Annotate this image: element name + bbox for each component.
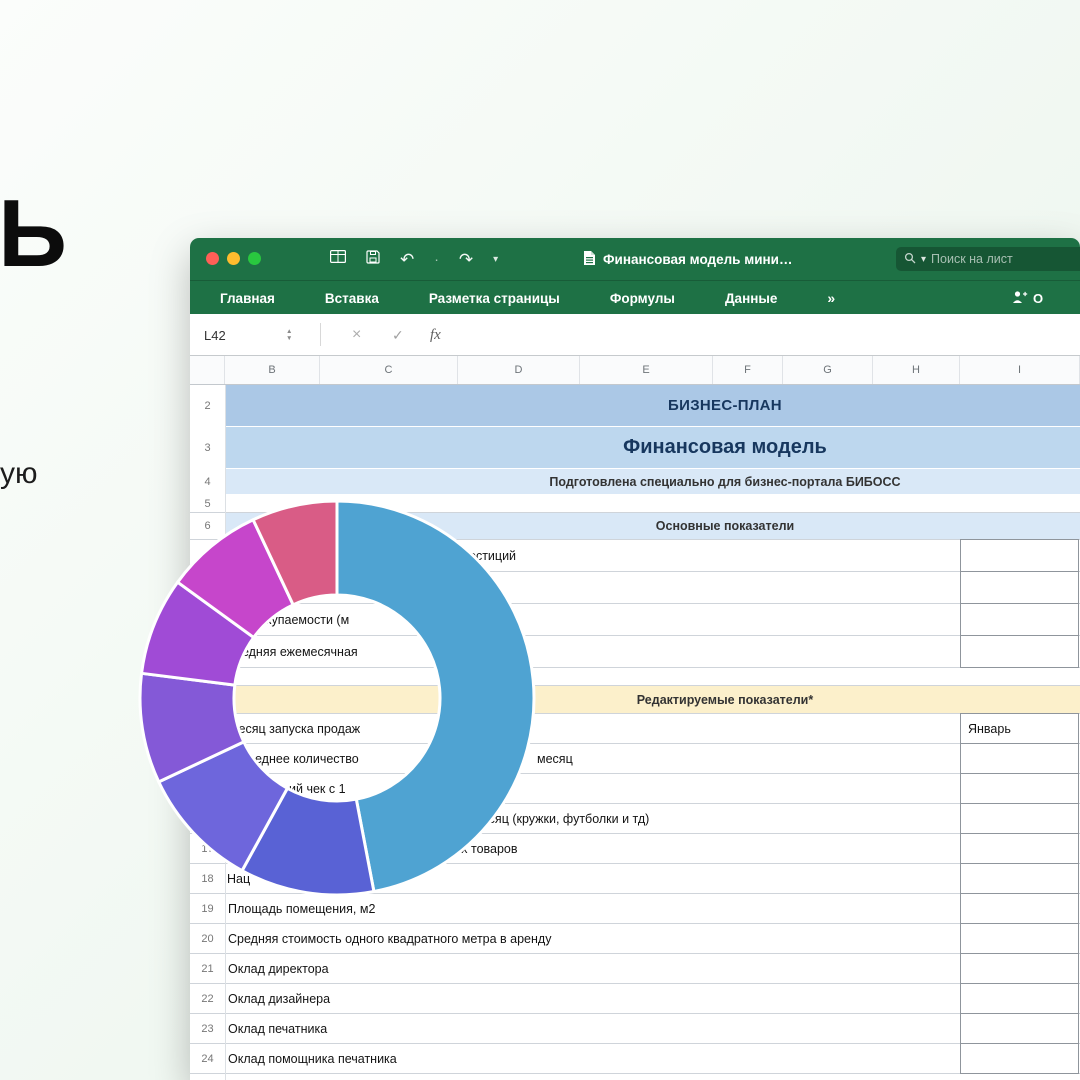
value-cell[interactable] <box>960 863 1079 894</box>
ribbon-tab-1[interactable]: Главная <box>220 291 275 306</box>
undo-icon[interactable]: ↶ <box>400 251 414 268</box>
value-cell[interactable] <box>960 833 1079 864</box>
row-number[interactable]: 24 <box>190 1044 225 1073</box>
value-cell[interactable] <box>960 1043 1079 1074</box>
sheet-row-4: 4Подготовлена специально для бизнес-порт… <box>190 469 1080 495</box>
band-title: БИЗНЕС-ПЛАН <box>225 385 1080 426</box>
name-box[interactable]: L42 <box>204 314 226 356</box>
value-cell[interactable]: Январь <box>960 713 1079 744</box>
cell-text-fragment: месяц <box>537 744 573 773</box>
sheet-row-23: 23Оклад печатника <box>190 1014 1080 1044</box>
redo-icon[interactable]: ↷ <box>459 251 473 268</box>
ribbon-overflow-chevron[interactable]: » <box>827 290 835 306</box>
select-all-corner[interactable] <box>190 356 225 384</box>
search-caret-icon: ▾ <box>921 254 926 265</box>
formula-bar-divider <box>320 323 321 346</box>
row-number[interactable]: 22 <box>190 984 225 1013</box>
cell-value: Январь <box>968 722 1011 736</box>
minimize-button[interactable] <box>227 252 240 265</box>
ribbon: Главная Вставка Разметка страницы Формулы Да… <box>190 280 1080 314</box>
insert-function-button[interactable]: fx <box>430 314 441 356</box>
page-background: Ь ую ↶ · ↷ ▾ <box>0 0 1080 1080</box>
column-header-F[interactable]: F <box>713 356 783 384</box>
titlebar: ↶ · ↷ ▾ Финансовая модель мини… ▾ Поиск … <box>190 238 1080 280</box>
cell-text-fragment: Площадь помещения, м2 <box>228 894 375 923</box>
ribbon-tabs: Главная Вставка Разметка страницы Формулы Да… <box>220 281 835 315</box>
row-number[interactable]: 20 <box>190 924 225 953</box>
column-header-B[interactable]: B <box>225 356 320 384</box>
decor-text-fragment: ую <box>0 456 38 492</box>
sheet-row-2: 2БИЗНЕС-ПЛАН <box>190 385 1080 427</box>
ribbon-tab-5[interactable]: Данные <box>725 291 777 306</box>
row-number[interactable]: 19 <box>190 894 225 923</box>
window-title: Финансовая модель мини… <box>603 252 792 267</box>
column-header-D[interactable]: D <box>458 356 580 384</box>
save-icon[interactable] <box>366 250 380 269</box>
formula-bar: L42 ▲ ▼ × ✓ fx <box>190 314 1080 356</box>
value-cell[interactable] <box>960 773 1079 804</box>
value-cell[interactable] <box>960 635 1079 668</box>
fullscreen-button[interactable] <box>248 252 261 265</box>
person-add-icon <box>1012 290 1028 307</box>
column-header-E[interactable]: E <box>580 356 713 384</box>
ribbon-tab-2[interactable]: Вставка <box>325 291 379 306</box>
close-button[interactable] <box>206 252 219 265</box>
search-icon <box>904 252 916 267</box>
value-cell[interactable] <box>960 1013 1079 1044</box>
traffic-lights <box>206 252 261 265</box>
value-cell[interactable] <box>960 539 1079 572</box>
grid-view-icon[interactable] <box>330 250 346 268</box>
chevron-down-icon[interactable]: ▾ <box>493 254 498 265</box>
name-box-stepper[interactable]: ▲ ▼ <box>286 314 292 356</box>
sheet-row-22: 22Оклад дизайнера <box>190 984 1080 1014</box>
cancel-icon[interactable]: × <box>352 314 361 356</box>
column-header-I[interactable]: I <box>960 356 1080 384</box>
share-button[interactable]: О <box>1012 281 1043 315</box>
value-cell[interactable] <box>960 603 1079 636</box>
document-icon <box>583 250 596 269</box>
column-header-H[interactable]: H <box>873 356 960 384</box>
sheet-row-3: 3Финансовая модель <box>190 427 1080 469</box>
sheet-row-21: 21Оклад директора <box>190 954 1080 984</box>
cell-text-fragment: Оклад директора <box>228 954 329 983</box>
value-cell[interactable] <box>960 923 1079 954</box>
ribbon-tab-3[interactable]: Разметка страницы <box>429 291 560 306</box>
column-headers: BCDEFGHI <box>190 356 1080 385</box>
value-cell[interactable] <box>960 983 1079 1014</box>
value-cell[interactable] <box>960 893 1079 924</box>
stepper-down-icon[interactable]: ▼ <box>286 335 292 342</box>
cell-text-fragment: Средняя стоимость одного квадратного мет… <box>228 924 551 953</box>
toolbar-separator-dot: · <box>434 251 439 267</box>
row-number[interactable]: 21 <box>190 954 225 983</box>
sheet-row-19: 19Площадь помещения, м2 <box>190 894 1080 924</box>
window-title-group: Финансовая модель мини… <box>583 238 792 280</box>
value-cell[interactable] <box>960 571 1079 604</box>
value-cell[interactable] <box>960 743 1079 774</box>
donut-slice-1 <box>337 501 534 892</box>
titlebar-toolbar: ↶ · ↷ ▾ <box>330 238 498 280</box>
ribbon-tab-4[interactable]: Формулы <box>610 291 675 306</box>
search-box[interactable]: ▾ Поиск на лист <box>896 247 1080 271</box>
sheet-row-20: 20Средняя стоимость одного квадратного м… <box>190 924 1080 954</box>
cell-text-fragment: Оклад помощника печатника <box>228 1044 397 1073</box>
band-title: Финансовая модель <box>225 427 1080 468</box>
stepper-up-icon[interactable]: ▲ <box>286 328 292 335</box>
value-cell[interactable] <box>960 803 1079 834</box>
cell-text-fragment: Оклад печатника <box>228 1014 327 1043</box>
search-placeholder: Поиск на лист <box>931 252 1013 266</box>
donut-chart <box>137 498 537 898</box>
column-header-G[interactable]: G <box>783 356 873 384</box>
row-number[interactable]: 4 <box>190 469 225 494</box>
share-label: О <box>1033 291 1043 306</box>
sheet-row-24: 24Оклад помощника печатника <box>190 1044 1080 1074</box>
decor-letter: Ь <box>0 186 67 282</box>
value-cell[interactable] <box>960 953 1079 984</box>
row-number[interactable]: 3 <box>190 427 225 468</box>
band-title: Подготовлена специально для бизнес-порта… <box>225 469 1080 494</box>
column-header-C[interactable]: C <box>320 356 458 384</box>
row-number[interactable]: 23 <box>190 1014 225 1043</box>
row-number[interactable]: 2 <box>190 385 225 426</box>
cell-text-fragment: Оклад дизайнера <box>228 984 330 1013</box>
enter-icon[interactable]: ✓ <box>392 314 404 356</box>
